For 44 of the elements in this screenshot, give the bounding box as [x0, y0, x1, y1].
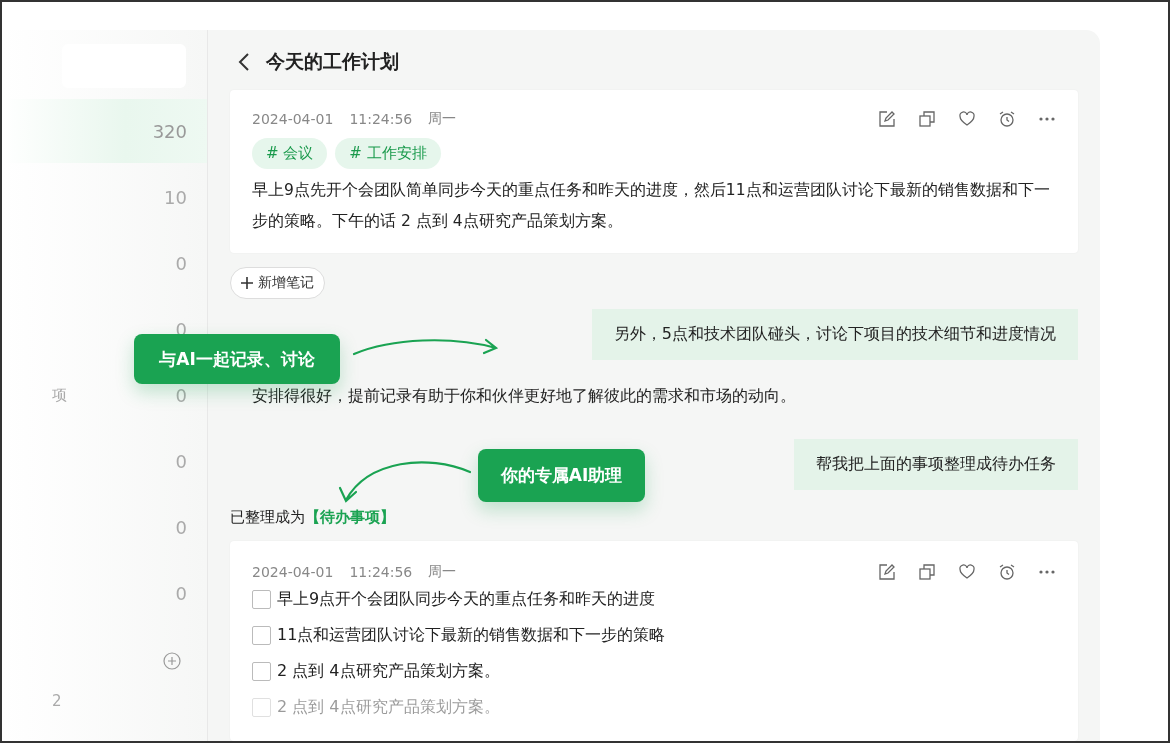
heart-icon[interactable] [958, 110, 976, 128]
todo-text: 早上9点开个会团队同步今天的重点任务和昨天的进度 [277, 588, 656, 610]
todo-text: 2 点到 4点研究产品策划方案。 [277, 696, 500, 718]
sidebar-item[interactable]: 项 0 [2, 386, 207, 404]
checkbox[interactable] [252, 625, 271, 645]
alarm-clock-icon[interactable] [998, 563, 1016, 581]
copy-icon[interactable] [918, 110, 936, 128]
ai-reply: 安排得很好，提前记录有助于你和伙伴更好地了解彼此的需求和市场的动向。 [251, 385, 797, 407]
sidebar-item[interactable]: 0 [2, 518, 207, 536]
callout-label: 与AI一起记录、讨论 [134, 334, 340, 384]
user-message: 帮我把上面的事项整理成待办任务 [794, 439, 1078, 490]
edit-icon[interactable] [878, 563, 896, 581]
note-weekday: 周一 [428, 110, 457, 128]
note-date: 2024-04-01 [252, 111, 334, 127]
add-icon[interactable] [163, 652, 181, 670]
sidebar-item[interactable]: 0 [2, 452, 207, 470]
note-weekday: 周一 [428, 563, 457, 581]
note-time: 11:24:56 [349, 564, 413, 580]
alarm-clock-icon[interactable] [998, 110, 1016, 128]
plus-icon [241, 277, 253, 289]
heart-icon[interactable] [958, 563, 976, 581]
edit-icon[interactable] [878, 110, 896, 128]
result-text: 已整理成为【待办事项】 [230, 507, 396, 528]
note-date: 2024-04-01 [252, 564, 334, 580]
copy-icon[interactable] [918, 563, 936, 581]
checkbox[interactable] [252, 697, 271, 717]
tag[interactable]: # 会议 [252, 138, 328, 169]
user-message: 另外，5点和技术团队碰头，讨论下项目的技术细节和进度情况 [591, 309, 1078, 360]
sidebar-item[interactable]: 0 [2, 584, 207, 602]
tag[interactable]: # 工作安排 [335, 138, 441, 169]
callout-label: 你的专属AI助理 [478, 449, 645, 502]
page-title: 今天的工作计划 [266, 49, 399, 74]
todo-text: 11点和运营团队讨论下最新的销售数据和下一步的策略 [277, 624, 666, 646]
sidebar-item[interactable]: 10 [2, 188, 207, 206]
todo-text: 2 点到 4点研究产品策划方案。 [277, 660, 500, 682]
sidebar-item[interactable]: 0 [2, 254, 207, 272]
add-note-button[interactable]: 新增笔记 [230, 267, 325, 299]
checkbox[interactable] [252, 661, 271, 681]
note-text: 早上9点先开个会团队简单同步今天的重点任务和昨天的进度，然后11点和运营团队讨论下最新的销售数据和下一步的策略。下午的话 2 点到 4点研究产品策划方案。 [252, 180, 1051, 232]
sidebar-text: 2 [52, 692, 62, 710]
arrow-icon [338, 458, 474, 504]
checkbox[interactable] [252, 589, 271, 609]
note-time: 11:24:56 [349, 111, 413, 127]
back-icon[interactable] [238, 52, 250, 72]
